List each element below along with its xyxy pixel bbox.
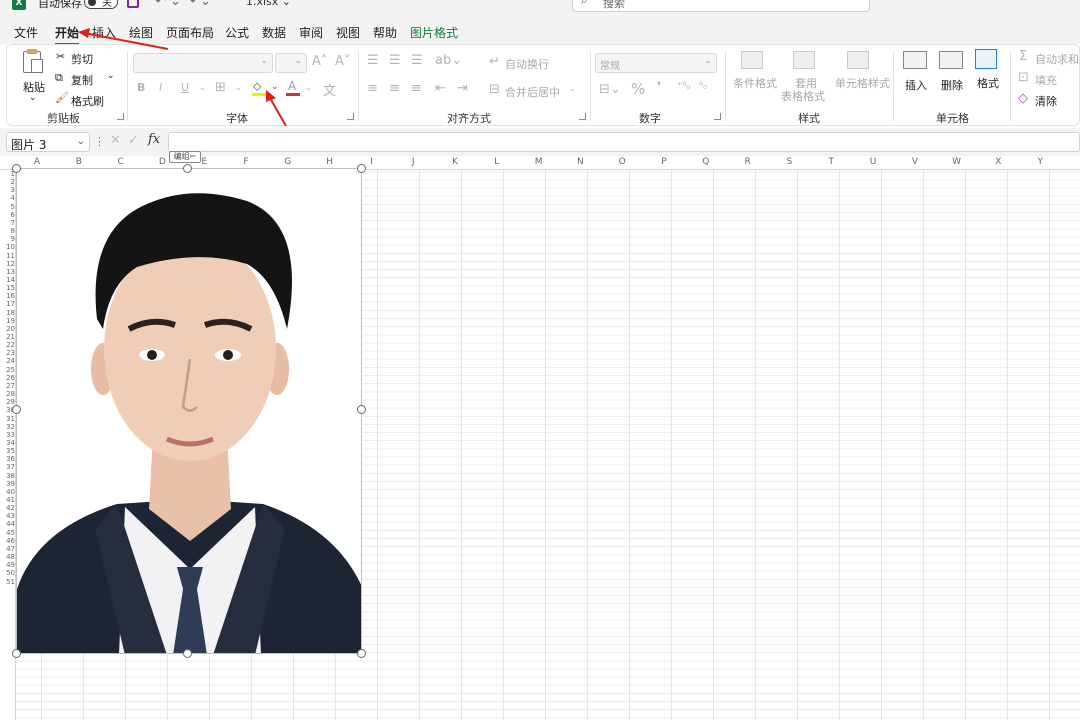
row-header[interactable]: 51 xyxy=(0,578,15,586)
row-header[interactable]: 7 xyxy=(0,219,15,227)
resize-handle[interactable] xyxy=(183,164,192,173)
row-header[interactable]: 21 xyxy=(0,333,15,341)
row-header[interactable]: 6 xyxy=(0,211,15,219)
column-header[interactable]: U xyxy=(852,157,894,167)
column-header[interactable]: J xyxy=(392,157,434,167)
cancel-icon[interactable]: ✕ xyxy=(110,133,121,148)
row-header[interactable]: 10 xyxy=(0,243,15,251)
resize-handle[interactable] xyxy=(357,649,366,658)
column-header[interactable]: T xyxy=(810,157,852,167)
column-header[interactable]: Q xyxy=(685,157,727,167)
row-header[interactable]: 39 xyxy=(0,480,15,488)
row-header[interactable]: 35 xyxy=(0,447,15,455)
row-header[interactable]: 44 xyxy=(0,520,15,528)
column-header[interactable]: G xyxy=(267,157,309,167)
row-header[interactable]: 13 xyxy=(0,268,15,276)
group-tooltip: 编组⌐ xyxy=(169,151,201,163)
row-header[interactable]: 25 xyxy=(0,366,15,374)
column-header[interactable]: R xyxy=(727,157,769,167)
selected-picture[interactable] xyxy=(16,168,362,654)
resize-handle[interactable] xyxy=(357,164,366,173)
row-header[interactable]: 4 xyxy=(0,194,15,202)
row-header[interactable]: 48 xyxy=(0,553,15,561)
enter-icon[interactable]: ✓ xyxy=(128,133,139,148)
row-header[interactable]: 27 xyxy=(0,382,15,390)
row-header[interactable]: 28 xyxy=(0,390,15,398)
row-header[interactable]: 24 xyxy=(0,357,15,365)
row-header[interactable]: 3 xyxy=(0,186,15,194)
row-header[interactable]: 45 xyxy=(0,529,15,537)
column-header[interactable]: O xyxy=(601,157,643,167)
row-header[interactable]: 33 xyxy=(0,431,15,439)
row-header[interactable]: 2 xyxy=(0,178,15,186)
row-header[interactable]: 36 xyxy=(0,455,15,463)
row-header[interactable]: 26 xyxy=(0,374,15,382)
row-header[interactable]: 22 xyxy=(0,341,15,349)
column-header[interactable]: B xyxy=(58,157,100,167)
row-headers: 1 2 3 4 5 6 7 8 9 10 11 12 13 14 15 16 17 18 19 20 21 22 23 24 2… xyxy=(0,170,16,720)
resize-handle[interactable] xyxy=(357,405,366,414)
row-header[interactable]: 32 xyxy=(0,423,15,431)
row-header[interactable]: 11 xyxy=(0,252,15,260)
formula-bar: 图片 3 ⌄ ⋮ ✕ ✓ fx xyxy=(0,128,1080,156)
column-header[interactable]: C xyxy=(100,157,142,167)
row-header[interactable]: 19 xyxy=(0,317,15,325)
name-box[interactable]: 图片 3 ⌄ xyxy=(6,132,90,152)
name-box-dropdown-icon[interactable]: ⌄ xyxy=(77,136,85,147)
row-header[interactable]: 50 xyxy=(0,569,15,577)
row-header[interactable]: 31 xyxy=(0,415,15,423)
row-header[interactable]: 20 xyxy=(0,325,15,333)
column-header[interactable]: M xyxy=(518,157,560,167)
column-header[interactable]: P xyxy=(643,157,685,167)
row-header[interactable]: 34 xyxy=(0,439,15,447)
row-header[interactable]: 5 xyxy=(0,203,15,211)
row-header[interactable]: 8 xyxy=(0,227,15,235)
column-header[interactable]: N xyxy=(559,157,601,167)
resize-handle[interactable] xyxy=(12,164,21,173)
more-options-icon[interactable]: ⋮ xyxy=(94,135,105,148)
column-header[interactable]: H xyxy=(309,157,351,167)
column-header[interactable]: X xyxy=(977,157,1019,167)
formula-input[interactable] xyxy=(168,132,1080,152)
column-header[interactable]: S xyxy=(768,157,810,167)
column-header[interactable]: K xyxy=(434,157,476,167)
row-header[interactable]: 18 xyxy=(0,309,15,317)
column-header[interactable]: W xyxy=(936,157,978,167)
row-header[interactable]: 14 xyxy=(0,276,15,284)
resize-handle[interactable] xyxy=(183,649,192,658)
arrowhead-icon xyxy=(78,28,90,38)
resize-handle[interactable] xyxy=(12,405,21,414)
row-header[interactable]: 40 xyxy=(0,488,15,496)
name-box-value: 图片 3 xyxy=(11,138,47,152)
column-header[interactable]: L xyxy=(476,157,518,167)
column-header[interactable]: Y xyxy=(1019,157,1061,167)
column-header[interactable]: V xyxy=(894,157,936,167)
row-header[interactable]: 38 xyxy=(0,472,15,480)
row-header[interactable]: 16 xyxy=(0,292,15,300)
resize-handle[interactable] xyxy=(12,649,21,658)
excel-window: X 自动保存 关 ↶ ⌄ ↷ ⌄ 1.xlsx ⌄ ⌕ 搜索 文件 开始 插入 … xyxy=(0,0,1080,720)
insert-function-icon[interactable]: fx xyxy=(148,132,160,147)
row-header[interactable]: 12 xyxy=(0,260,15,268)
row-header[interactable]: 37 xyxy=(0,463,15,471)
row-header[interactable]: 42 xyxy=(0,504,15,512)
row-header[interactable]: 47 xyxy=(0,545,15,553)
portrait-image xyxy=(17,169,361,653)
row-header[interactable]: 15 xyxy=(0,284,15,292)
row-header[interactable]: 41 xyxy=(0,496,15,504)
row-header[interactable]: 43 xyxy=(0,512,15,520)
column-header[interactable]: F xyxy=(225,157,267,167)
row-header[interactable]: 17 xyxy=(0,300,15,308)
row-header[interactable]: 23 xyxy=(0,349,15,357)
row-header[interactable]: 46 xyxy=(0,537,15,545)
arrow-to-home-tab xyxy=(83,32,169,50)
row-header[interactable]: 9 xyxy=(0,235,15,243)
column-header[interactable]: A xyxy=(16,157,58,167)
arrow-to-fill-color xyxy=(269,97,287,127)
row-header[interactable]: 49 xyxy=(0,561,15,569)
